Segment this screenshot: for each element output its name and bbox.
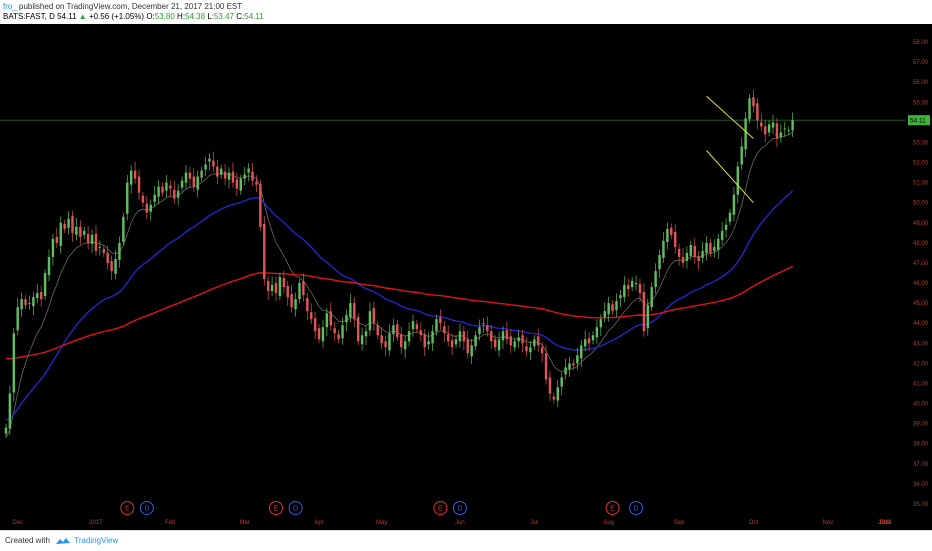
x-tick-label: Sep	[674, 520, 685, 526]
tradingview-logo-icon	[56, 537, 71, 544]
svg-text:E: E	[438, 506, 443, 513]
earnings-marker[interactable]: E	[433, 501, 448, 515]
y-tick-label: 39.00	[913, 422, 929, 428]
candle	[259, 179, 262, 231]
earnings-marker[interactable]: E	[268, 501, 283, 515]
earnings-marker[interactable]: E	[120, 501, 135, 515]
open-value: 53.80	[154, 12, 175, 21]
tradingview-brand[interactable]: TradingView	[74, 536, 118, 545]
earnings-marker[interactable]: E	[605, 501, 620, 515]
y-tick-label: 48.00	[913, 241, 929, 247]
x-tick-label: Jun	[455, 520, 465, 526]
y-tick-label: 47.00	[913, 261, 929, 267]
y-tick-label: 46.00	[913, 281, 929, 287]
change-value: +0.56 (+1.05%)	[88, 12, 145, 21]
x-tick-label: Aug	[603, 520, 614, 526]
svg-text:E: E	[274, 506, 279, 513]
candle	[263, 216, 266, 286]
y-tick-label: 43.00	[913, 341, 929, 347]
publisher-link[interactable]: fro_	[3, 2, 17, 11]
y-tick-label: 35.00	[913, 502, 929, 508]
chart-header: fro_ published on TradingView.com, Decem…	[0, 0, 932, 24]
price-chart[interactable]: E D E D E D E D 58.00 57.00 56.00 55.00 53.00 52.00 5…	[0, 24, 932, 530]
svg-text:E: E	[610, 506, 615, 513]
x-tick-label: May	[376, 520, 387, 526]
candle	[43, 268, 47, 301]
chart-footer: Created with TradingView	[0, 530, 932, 551]
last-price-tag-text: 54.11	[910, 118, 926, 125]
y-tick-label: 40.00	[913, 402, 929, 408]
y-tick-label: 51.00	[913, 181, 929, 187]
last-price-tag: 54.11	[908, 115, 930, 126]
close-value: 54.11	[244, 12, 264, 21]
candle	[12, 328, 15, 402]
ohlc-legend: BATS:FAST, D 54.11 ▲ +0.56 (+1.05%) O:53…	[3, 12, 264, 21]
y-tick-label: 55.00	[913, 100, 929, 106]
y-tick-label: 56.00	[913, 80, 929, 86]
publish-info: fro_ published on TradingView.com, Decem…	[3, 2, 242, 11]
candle	[650, 283, 653, 312]
candle	[356, 313, 360, 346]
open-label: O:	[146, 12, 155, 21]
candle	[278, 273, 282, 301]
symbol-label[interactable]: BATS:FAST, D	[3, 12, 55, 21]
y-tick-label: 44.00	[913, 321, 929, 327]
svg-text:D: D	[634, 506, 639, 513]
y-tick-label: 50.00	[913, 201, 929, 207]
y-tick-label: 37.00	[913, 462, 929, 468]
candle	[122, 212, 125, 246]
high-value: 54.38	[185, 12, 206, 21]
x-tick-label: Nov	[822, 520, 833, 526]
last-price: 54.11	[57, 12, 77, 21]
x-tick-label: Feb	[165, 520, 176, 526]
created-with-text: Created with	[5, 536, 50, 545]
x-tick-label: Dec	[12, 520, 23, 526]
low-value: 53.47	[213, 12, 235, 21]
up-arrow-icon: ▲	[78, 12, 87, 21]
dividend-marker[interactable]: D	[452, 501, 467, 515]
y-tick-label: 52.00	[913, 161, 929, 167]
x-tick-label: Mar	[240, 520, 250, 526]
chart-background	[0, 24, 932, 530]
dividend-marker[interactable]: D	[288, 501, 303, 515]
candle	[748, 94, 751, 124]
y-tick-label: 45.00	[913, 301, 929, 307]
dividend-marker[interactable]: D	[629, 501, 644, 515]
y-tick-label: 57.00	[913, 60, 929, 66]
x-tick-label: 2017	[89, 520, 103, 526]
publish-text: published on TradingView.com, December 2…	[19, 2, 243, 11]
y-tick-label: 41.00	[913, 381, 929, 387]
y-tick-label: 38.00	[913, 442, 929, 448]
created-with: Created with TradingView	[5, 536, 118, 545]
x-tick-label: Oct	[749, 520, 759, 526]
y-tick-label: 53.00	[913, 140, 929, 146]
svg-text:D: D	[457, 506, 462, 513]
high-label: H:	[177, 12, 186, 21]
y-tick-label: 42.00	[913, 361, 929, 367]
x-tick-label: Apr	[314, 520, 323, 526]
x-tick-label: Jul	[530, 520, 538, 526]
svg-text:D: D	[293, 506, 298, 513]
y-tick-label: 36.00	[913, 482, 929, 488]
dividend-marker[interactable]: D	[139, 501, 154, 515]
svg-text:E: E	[125, 506, 130, 513]
y-tick-label: 49.00	[913, 221, 929, 227]
low-label: L:	[207, 12, 214, 21]
x-tick-label: Feb	[880, 520, 891, 526]
svg-text:D: D	[144, 506, 149, 513]
y-tick-label: 58.00	[913, 40, 929, 46]
